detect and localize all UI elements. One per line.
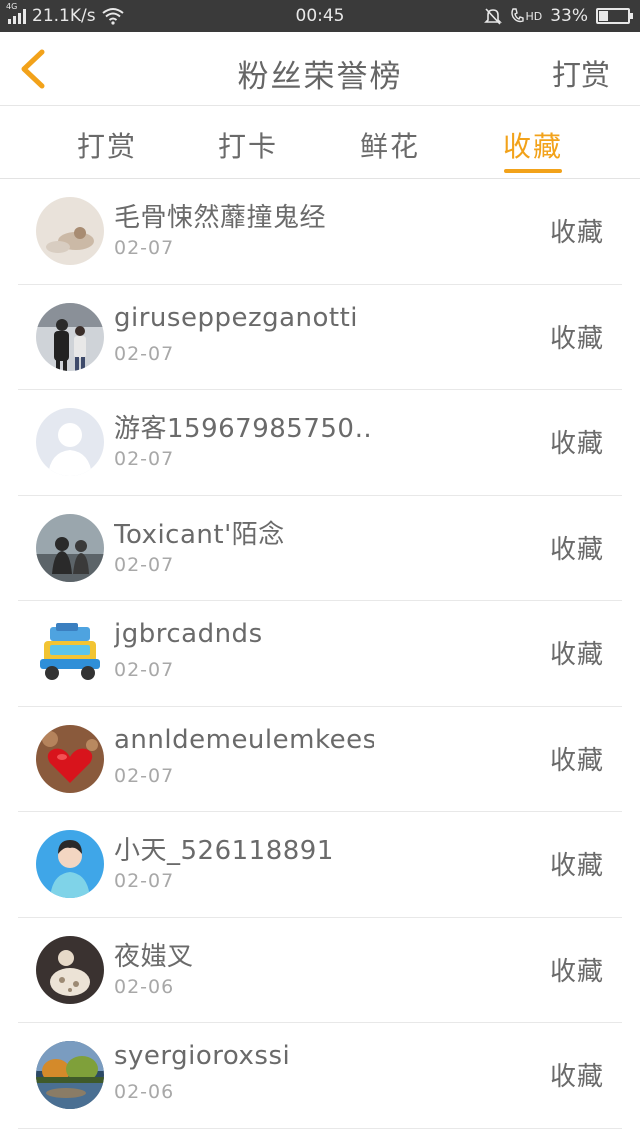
fan-name: giruseppezganotti [114,302,359,333]
favorite-label: 收藏 [549,1062,604,1092]
favorite-label: 收藏 [549,851,604,881]
fan-row[interactable]: syergioroxssi 02-06 收藏 [18,1023,622,1129]
fan-name: jgbrcadnds [114,619,263,649]
favorite-label: 收藏 [549,745,604,776]
volte-call-icon: HD [510,8,542,24]
reward-button[interactable]: 打赏 [552,52,610,94]
status-right: HD 33% [484,6,633,26]
tab-favorites[interactable]: 收藏 [478,107,588,179]
fan-row[interactable]: jgbrcadnds 02-07 收藏 [18,601,622,707]
fan-date: 02-07 [114,553,175,576]
battery-percent: 33% [550,6,588,26]
tab-label: 打赏 [76,130,137,163]
favorite-label: 收藏 [549,640,604,670]
fan-row[interactable]: giruseppezganotti 02-07 收藏 [18,285,622,390]
battery-fill [599,11,608,21]
fan-name: 小天_526118891 [114,836,334,866]
red-heart-avatar [36,724,104,793]
fan-date: 02-07 [114,342,175,365]
fan-name: Toxicant'陌念 [114,519,285,550]
photo-avatar [36,197,104,265]
tab-bar: 打赏 打卡 鲜花 收藏 [0,107,640,179]
battery-icon [596,8,633,24]
fan-date: 02-06 [114,975,175,998]
favorite-label: 收藏 [549,534,604,565]
fan-date: 02-06 [114,1081,175,1103]
volte-label: HD [525,9,543,23]
fan-name: 毛骨悚然蘼撞鬼经 [114,203,327,233]
fan-date: 02-07 [114,448,175,470]
toy-car-avatar [36,619,104,687]
fan-row[interactable]: 小天_526118891 02-07 收藏 [18,812,622,918]
fan-date: 02-07 [114,237,175,259]
photo-avatar [36,830,104,898]
tab-label: 鲜花 [359,130,420,163]
fan-date: 02-07 [114,764,175,787]
tab-label: 打卡 [217,130,278,163]
favorite-label: 收藏 [549,218,604,248]
favorite-label: 收藏 [549,429,604,459]
fan-name: syergioroxssi [114,1041,291,1071]
mute-bell-icon [484,8,503,25]
fan-list: 毛骨悚然蘼撞鬼经 02-07 收藏 giruseppezganotti 02-0… [18,179,622,1129]
couple-photo-avatar [36,302,104,371]
page-title: 粉丝荣誉榜 [237,59,403,95]
fan-name: 游客15967985750… [114,414,374,444]
fan-name: 夜媸叉 [114,941,194,972]
photo-avatar [36,513,104,582]
tab-reward[interactable]: 打赏 [52,107,162,179]
fan-name: annldemeulemkeest… [114,724,374,755]
tab-active-indicator [504,169,562,173]
app-header: 粉丝荣誉榜 打赏 [0,32,640,106]
fan-row[interactable]: 游客15967985750… 02-07 收藏 [18,390,622,496]
favorite-label: 收藏 [549,323,604,354]
fan-row[interactable]: Toxicant'陌念 02-07 收藏 [18,496,622,601]
landscape-photo-avatar [36,1041,104,1109]
fan-row[interactable]: 毛骨悚然蘼撞鬼经 02-07 收藏 [18,179,622,285]
favorite-label: 收藏 [549,956,604,987]
status-bar: 4G 21.1K/s 00:45 HD 33% [0,0,640,32]
fan-row[interactable]: annldemeulemkeest… 02-07 收藏 [18,707,622,812]
tab-label: 收藏 [502,130,563,163]
default-user-avatar [36,408,104,476]
fan-date: 02-07 [114,659,175,681]
tab-flowers[interactable]: 鲜花 [335,107,445,179]
photo-avatar [36,935,104,1004]
fan-date: 02-07 [114,870,175,892]
fan-row[interactable]: 夜媸叉 02-06 收藏 [18,918,622,1023]
tab-checkin[interactable]: 打卡 [193,107,303,179]
